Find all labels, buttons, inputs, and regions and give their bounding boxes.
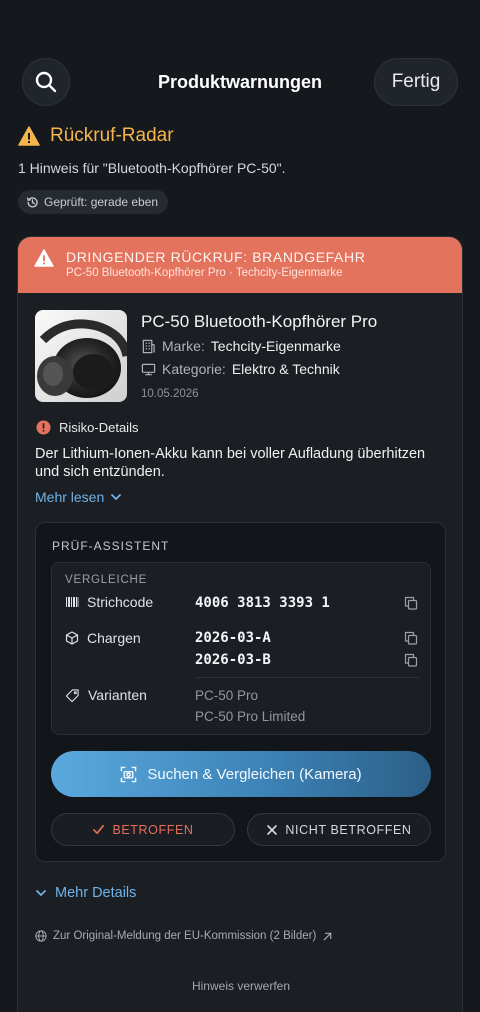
done-button[interactable]: Fertig <box>374 58 458 106</box>
camera-search-label: Suchen & Vergleichen (Kamera) <box>147 765 362 783</box>
barcode-label: Strichcode <box>87 594 154 610</box>
warning-icon <box>34 249 54 267</box>
chevron-down-icon <box>111 494 122 501</box>
checked-label: Geprüft: gerade eben <box>44 195 159 209</box>
assistant-title: PRÜF-ASSISTENT <box>52 539 170 553</box>
info-icon <box>36 420 51 435</box>
variant-value: PC-50 Pro <box>195 688 259 703</box>
top-bar: Produktwarnungen Fertig <box>0 58 480 108</box>
banner-subtitle: PC-50 Bluetooth-Kopfhörer Pro · Techcity… <box>66 267 343 279</box>
copy-icon[interactable] <box>404 631 418 645</box>
more-details-link[interactable]: Mehr Details <box>35 885 136 901</box>
variant-value: PC-50 Pro Limited <box>195 709 306 724</box>
original-report-label: Zur Original-Meldung der EU-Kommission (… <box>53 930 317 942</box>
building-icon <box>142 339 155 353</box>
brand-value: Techcity-Eigenmarke <box>210 338 341 354</box>
barcode-icon <box>66 597 79 607</box>
recall-banner: DRINGENDER RÜCKRUF: BRANDGEFAHR PC-50 Bl… <box>18 237 462 293</box>
batch-value: 2026-03-A <box>195 630 271 646</box>
check-icon <box>93 824 105 835</box>
more-details-label: Mehr Details <box>55 885 137 901</box>
chevron-down-icon <box>36 890 46 897</box>
recall-date: 10.05.2026 <box>141 388 199 400</box>
risk-heading-label: Risiko-Details <box>59 420 139 435</box>
product-info: PC-50 Bluetooth-Kopfhörer Pro Marke: Tec… <box>35 310 447 405</box>
variants-label: Varianten <box>88 687 147 703</box>
divider <box>195 677 419 678</box>
radar-heading: Rückruf-Radar <box>18 125 174 147</box>
category-row: Kategorie: Elektro & Technik <box>141 361 340 377</box>
history-icon <box>27 196 38 207</box>
barcode-row: Strichcode <box>65 594 153 610</box>
read-more-label: Mehr lesen <box>35 489 105 505</box>
monitor-icon <box>141 363 156 375</box>
camera-search-button[interactable]: Suchen & Vergleichen (Kamera) <box>51 751 431 797</box>
brand-row: Marke: Techcity-Eigenmarke <box>141 338 341 354</box>
product-name: PC-50 Bluetooth-Kopfhörer Pro <box>141 312 378 331</box>
category-label: Kategorie: <box>162 361 226 377</box>
radar-title: Rückruf-Radar <box>50 125 174 146</box>
not-affected-button[interactable]: NICHT BETROFFEN <box>247 813 431 846</box>
affected-label: BETROFFEN <box>112 822 194 837</box>
camera-scan-icon <box>121 766 137 782</box>
warning-icon <box>18 126 40 146</box>
original-report-link[interactable]: Zur Original-Meldung der EU-Kommission (… <box>35 930 333 942</box>
copy-icon[interactable] <box>404 653 418 667</box>
check-assistant: PRÜF-ASSISTENT VERGLEICHE Strichcode 400… <box>35 522 446 862</box>
dismiss-link[interactable]: Hinweis verwerfen <box>18 979 462 993</box>
tag-icon <box>65 688 79 702</box>
brand-label: Marke: <box>162 338 205 354</box>
close-icon <box>267 824 278 835</box>
product-image[interactable] <box>35 310 127 402</box>
box-icon <box>65 631 79 645</box>
compare-title: VERGLEICHE <box>65 574 148 586</box>
barcode-value: 4006 3813 3393 1 <box>195 595 330 611</box>
batches-row: Chargen <box>65 630 141 646</box>
read-more-link[interactable]: Mehr lesen <box>35 489 122 505</box>
batch-value: 2026-03-B <box>195 652 271 668</box>
recall-card: DRINGENDER RÜCKRUF: BRANDGEFAHR PC-50 Bl… <box>17 236 463 1012</box>
category-value: Elektro & Technik <box>231 361 340 377</box>
external-link-icon <box>324 932 332 940</box>
radar-subtitle: 1 Hinweis für "Bluetooth-Kopfhörer PC-50… <box>18 160 286 176</box>
risk-heading: Risiko-Details <box>36 420 138 435</box>
globe-icon <box>35 930 47 942</box>
compare-panel: VERGLEICHE Strichcode 4006 3813 3393 1 C… <box>51 562 431 735</box>
checked-badge: Geprüft: gerade eben <box>18 190 169 214</box>
variants-row: Varianten <box>65 687 147 703</box>
affected-button[interactable]: BETROFFEN <box>51 813 235 846</box>
not-affected-label: NICHT BETROFFEN <box>285 822 412 837</box>
batches-label: Chargen <box>87 630 141 646</box>
risk-description: Der Lithium-Ionen-Akku kann bei voller A… <box>35 446 426 480</box>
copy-icon[interactable] <box>404 596 418 610</box>
banner-title: DRINGENDER RÜCKRUF: BRANDGEFAHR <box>66 249 366 265</box>
